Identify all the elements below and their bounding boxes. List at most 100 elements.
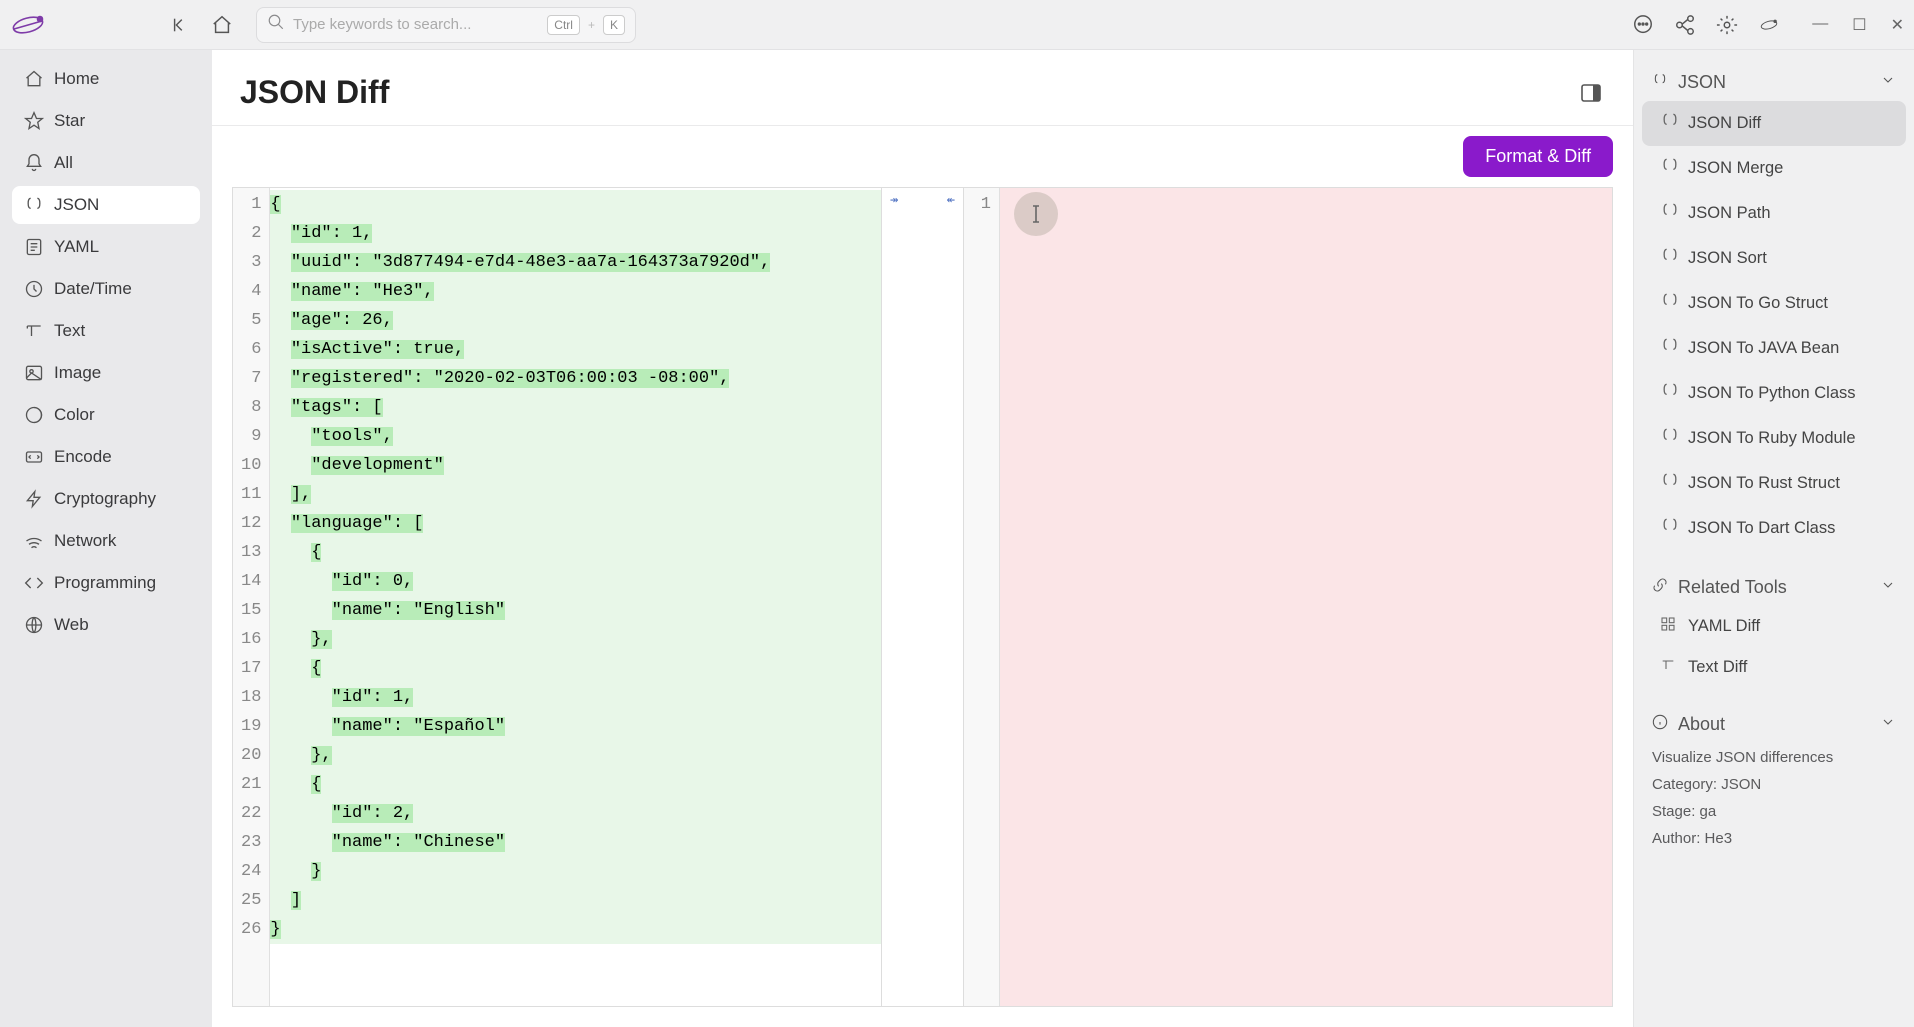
top-icons [1632, 14, 1780, 36]
sidebar-item-label: Star [54, 111, 85, 131]
chat-icon[interactable] [1632, 14, 1654, 36]
sidebar-item-home[interactable]: Home [12, 60, 200, 98]
sidebar-item-json[interactable]: JSON [12, 186, 200, 224]
app-icon[interactable] [1758, 14, 1780, 36]
rb-item-label: Text Diff [1688, 658, 1747, 677]
topbar: Ctrl + K — ☐ ✕ [0, 0, 1914, 50]
json-icon [1660, 156, 1678, 181]
close-button[interactable]: ✕ [1891, 15, 1904, 35]
json-tool-json-to-go-struct[interactable]: JSON To Go Struct [1642, 281, 1906, 326]
panel-toggle[interactable] [1577, 79, 1605, 107]
action-row: Format & Diff [212, 126, 1633, 187]
json-tool-json-path[interactable]: JSON Path [1642, 191, 1906, 236]
left-editor-pane[interactable]: 1234567891011121314151617181920212223242… [233, 188, 882, 1006]
sidebar-item-text[interactable]: Text [12, 312, 200, 350]
text2-icon [1660, 657, 1678, 678]
cursor-indicator [1014, 192, 1058, 236]
search-input[interactable] [293, 16, 539, 33]
share-icon[interactable] [1674, 14, 1696, 36]
left-code[interactable]: { "id": 1, "uuid": "3d877494-e7d4-48e3-a… [270, 188, 881, 1006]
json-tool-json-to-python-class[interactable]: JSON To Python Class [1642, 371, 1906, 416]
search-icon [267, 13, 285, 36]
json-icon [1660, 291, 1678, 316]
chevron-down-icon [1880, 72, 1896, 93]
related-section-header[interactable]: Related Tools [1634, 569, 1914, 606]
sidebar-item-image[interactable]: Image [12, 354, 200, 392]
about-section-header[interactable]: About [1634, 706, 1914, 743]
related-tool-text-diff[interactable]: Text Diff [1642, 647, 1906, 688]
json-icon [1660, 111, 1678, 136]
sidebar-item-date-time[interactable]: Date/Time [12, 270, 200, 308]
json-tool-json-sort[interactable]: JSON Sort [1642, 236, 1906, 281]
rb-item-label: JSON Merge [1688, 159, 1783, 178]
json-section: JSON JSON Diff JSON Merge JSON Path JSON So… [1634, 64, 1914, 551]
bell-icon [24, 153, 44, 173]
json-tool-json-to-java-bean[interactable]: JSON To JAVA Bean [1642, 326, 1906, 371]
programming-icon [24, 573, 44, 593]
sidebar-item-label: All [54, 153, 73, 173]
sidebar-item-star[interactable]: Star [12, 102, 200, 140]
maximize-button[interactable]: ☐ [1852, 15, 1866, 35]
json-tool-json-diff[interactable]: JSON Diff [1642, 101, 1906, 146]
sidebar-item-color[interactable]: Color [12, 396, 200, 434]
sidebar-item-encode[interactable]: Encode [12, 438, 200, 476]
kbd-k: K [603, 15, 625, 35]
info-icon [1652, 714, 1668, 735]
sidebar-item-label: Color [54, 405, 95, 425]
json-tool-json-to-ruby-module[interactable]: JSON To Ruby Module [1642, 416, 1906, 461]
chevron-down-icon [1880, 714, 1896, 735]
rb-item-label: JSON To Rust Struct [1688, 474, 1840, 493]
grid-icon [1660, 616, 1678, 637]
json-icon [1660, 516, 1678, 541]
network-icon [24, 531, 44, 551]
sidebar-item-label: Image [54, 363, 101, 383]
clock-icon [24, 279, 44, 299]
json-tool-json-merge[interactable]: JSON Merge [1642, 146, 1906, 191]
json-tool-json-to-rust-struct[interactable]: JSON To Rust Struct [1642, 461, 1906, 506]
json-icon [1660, 201, 1678, 226]
minimize-button[interactable]: — [1812, 15, 1828, 35]
json-section-header[interactable]: JSON [1634, 64, 1914, 101]
sidebar-item-programming[interactable]: Programming [12, 564, 200, 602]
push-right-icon[interactable]: ↠ [890, 192, 898, 1002]
sidebar-item-label: Home [54, 69, 99, 89]
color-icon [24, 405, 44, 425]
right-editor-pane[interactable]: 1 [964, 188, 1612, 1006]
related-section: Related Tools YAML Diff Text Diff [1634, 569, 1914, 688]
kbd-plus: + [588, 18, 595, 32]
right-code[interactable] [1000, 188, 1612, 1006]
json-icon [1652, 72, 1668, 93]
about-stage: Stage: ga [1652, 803, 1896, 820]
sidebar-collapse-button[interactable] [166, 11, 194, 39]
format-diff-button[interactable]: Format & Diff [1463, 136, 1613, 177]
about-category: Category: JSON [1652, 776, 1896, 793]
sidebar-item-all[interactable]: All [12, 144, 200, 182]
web-icon [24, 615, 44, 635]
related-tool-yaml-diff[interactable]: YAML Diff [1642, 606, 1906, 647]
rb-item-label: JSON Diff [1688, 114, 1761, 133]
sidebar-item-web[interactable]: Web [12, 606, 200, 644]
json-tool-json-to-dart-class[interactable]: JSON To Dart Class [1642, 506, 1906, 551]
gear-icon[interactable] [1716, 14, 1738, 36]
main-header: JSON Diff [212, 50, 1633, 126]
push-left-icon[interactable]: ↞ [947, 192, 955, 1002]
chevron-down-icon [1880, 577, 1896, 598]
main-content: JSON Diff Format & Diff 1234567891011121… [212, 50, 1634, 1027]
rb-item-label: JSON Path [1688, 204, 1771, 223]
crypto-icon [24, 489, 44, 509]
home-button[interactable] [208, 11, 236, 39]
diff-area: 1234567891011121314151617181920212223242… [212, 187, 1633, 1027]
app-logo [10, 7, 46, 43]
left-gutter: 1234567891011121314151617181920212223242… [233, 188, 270, 1006]
rb-item-label: JSON To Go Struct [1688, 294, 1828, 313]
json-icon [1660, 336, 1678, 361]
sidebar-item-cryptography[interactable]: Cryptography [12, 480, 200, 518]
kbd-ctrl: Ctrl [547, 15, 580, 35]
json-icon [24, 195, 44, 215]
sidebar-item-label: Web [54, 615, 89, 635]
sidebar-item-yaml[interactable]: YAML [12, 228, 200, 266]
about-desc: Visualize JSON differences [1652, 749, 1896, 766]
yaml-icon [24, 237, 44, 257]
search-box[interactable]: Ctrl + K [256, 7, 636, 43]
sidebar-item-network[interactable]: Network [12, 522, 200, 560]
